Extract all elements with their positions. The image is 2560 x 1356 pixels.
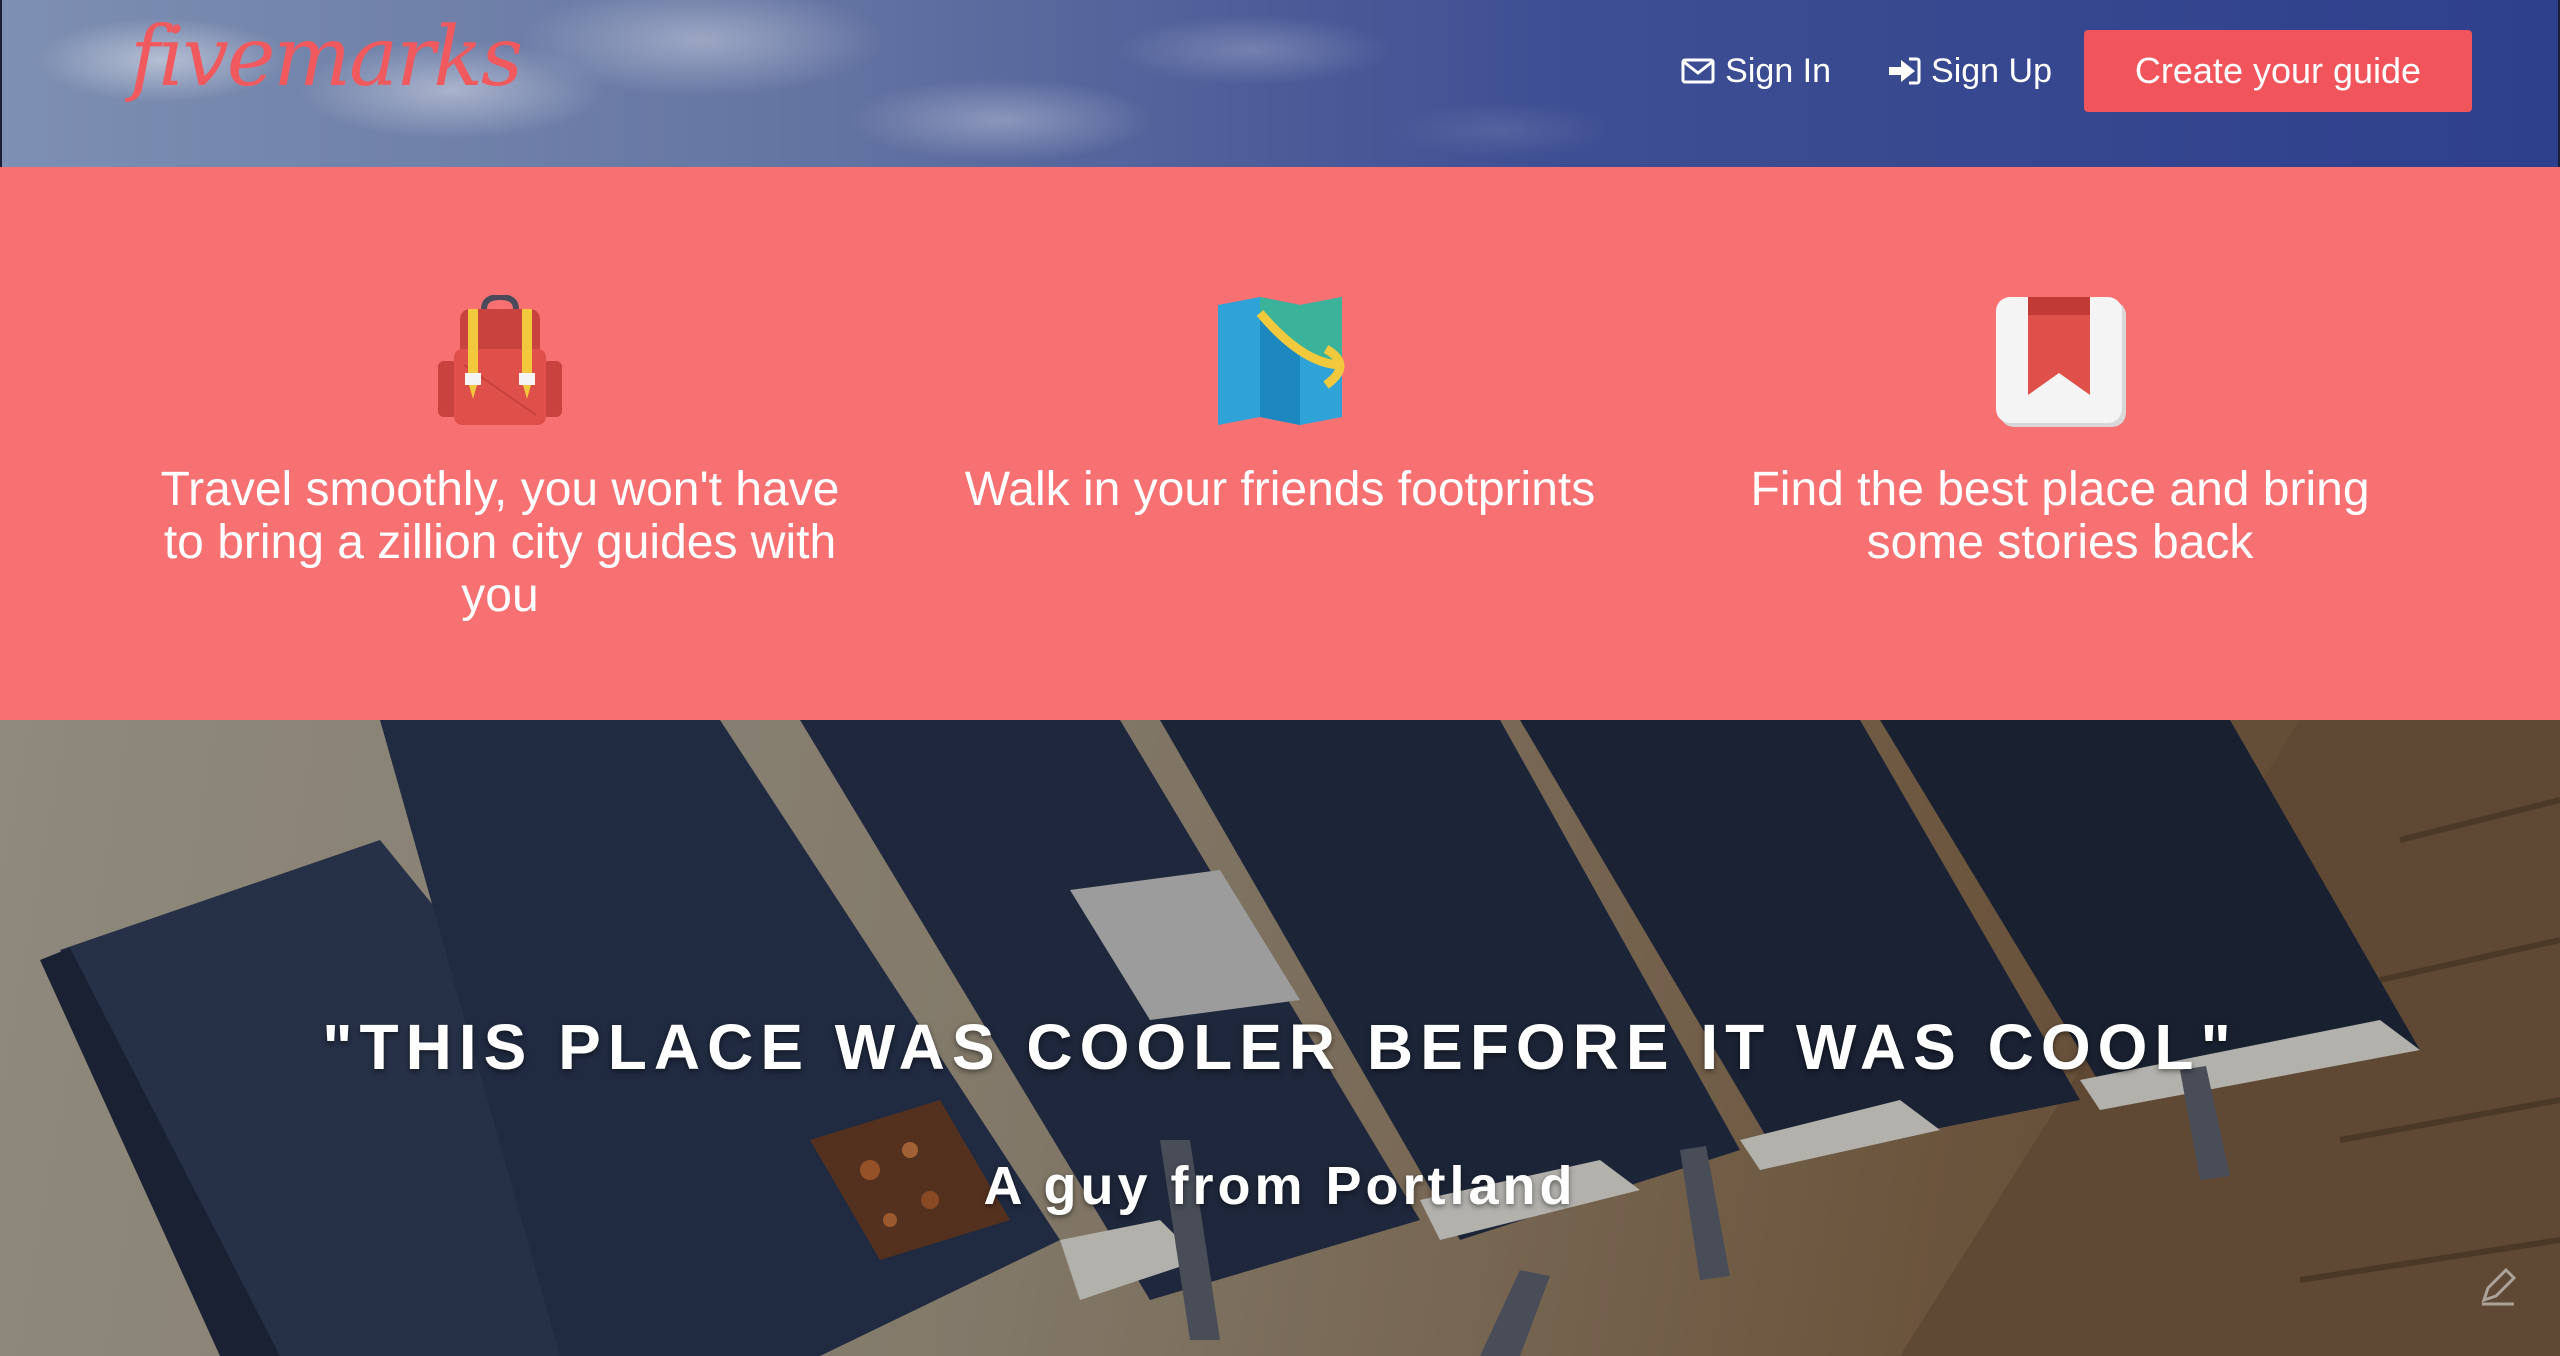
backpack-icon xyxy=(438,295,562,425)
bookmark-icon xyxy=(1996,297,2126,427)
map-icon xyxy=(1218,297,1345,425)
site-header: fivemarks Sign In Sign Up Create your gu… xyxy=(0,0,2560,167)
feature-stories-text: Find the best place and bring some stori… xyxy=(1750,463,2370,569)
create-guide-button[interactable]: Create your guide xyxy=(2084,30,2472,112)
hero-section: "THIS PLACE WAS COOLER BEFORE IT WAS COO… xyxy=(0,720,2560,1356)
envelope-icon xyxy=(1681,58,1715,84)
sign-up-link[interactable]: Sign Up xyxy=(1887,52,2052,91)
features-section: Travel smoothly, you won't have to bring… xyxy=(0,167,2560,720)
sign-in-link[interactable]: Sign In xyxy=(1681,52,1831,91)
hero-author: A guy from Portland xyxy=(983,1156,1577,1216)
feature-travel-text: Travel smoothly, you won't have to bring… xyxy=(160,463,840,622)
feature-travel: Travel smoothly, you won't have to bring… xyxy=(140,295,860,622)
feature-stories: Find the best place and bring some stori… xyxy=(1700,295,2420,569)
sign-up-label: Sign Up xyxy=(1931,51,2052,90)
feature-footprints-text: Walk in your friends footprints xyxy=(964,463,1596,516)
feature-footprints: Walk in your friends footprints xyxy=(920,295,1640,516)
hero-quote: "THIS PLACE WAS COOLER BEFORE IT WAS COO… xyxy=(322,1011,2238,1083)
sign-up-arrow-icon xyxy=(1889,57,1921,85)
edit-icon[interactable] xyxy=(2476,1264,2520,1308)
fivemarks-logo[interactable]: fivemarks xyxy=(130,8,523,108)
sign-in-label: Sign In xyxy=(1725,51,1832,90)
top-nav: Sign In Sign Up Create your guide xyxy=(1681,30,2472,112)
